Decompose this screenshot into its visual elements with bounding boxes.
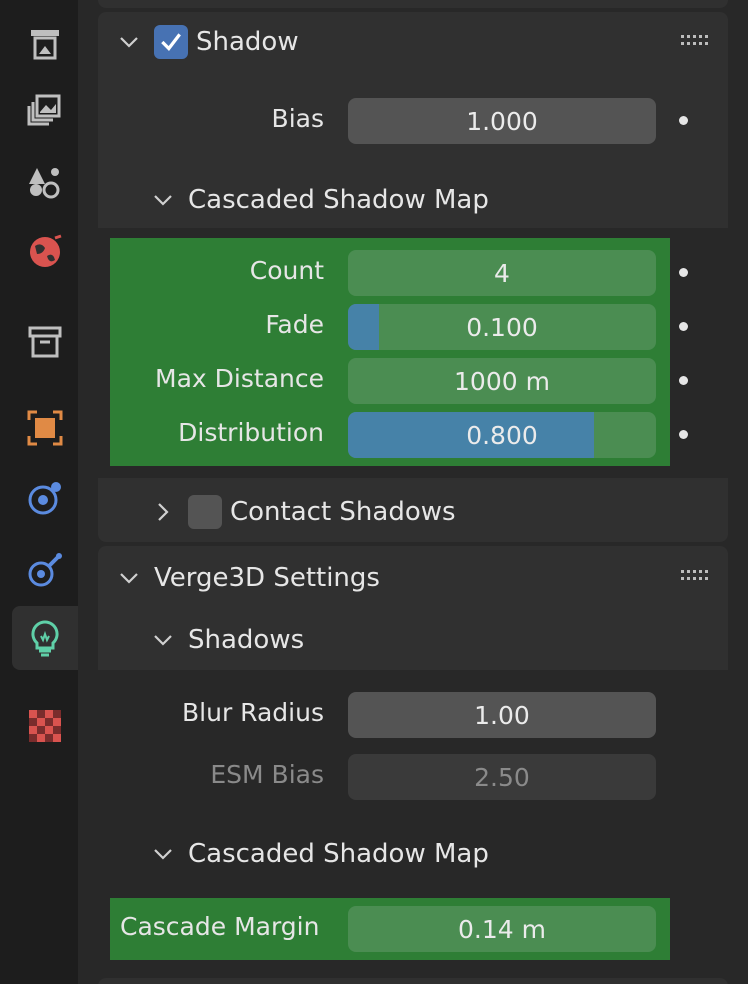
physics-properties-icon bbox=[28, 482, 61, 515]
tab-light-data[interactable] bbox=[12, 606, 78, 670]
tab-scene[interactable] bbox=[12, 150, 78, 214]
world-properties-icon bbox=[30, 234, 62, 267]
fade-slider[interactable]: 0.100 bbox=[348, 304, 656, 350]
tab-collection[interactable] bbox=[12, 310, 78, 374]
tab-object[interactable] bbox=[12, 396, 78, 460]
count-field[interactable]: 4 bbox=[348, 250, 656, 296]
bias-label: Bias bbox=[271, 104, 324, 133]
keyframe-dot-icon[interactable] bbox=[679, 430, 688, 439]
verge3d-panel-title: Verge3D Settings bbox=[154, 563, 380, 593]
chevron-down-icon bbox=[154, 195, 172, 206]
distribution-value: 0.800 bbox=[466, 420, 538, 450]
verge-csm-title: Cascaded Shadow Map bbox=[188, 839, 489, 869]
keyframe-dot-icon[interactable] bbox=[679, 376, 688, 385]
cascade-margin-value: 0.14 m bbox=[458, 914, 546, 944]
tab-view-layer[interactable] bbox=[12, 78, 78, 142]
light-data-properties-icon bbox=[31, 620, 59, 657]
contact-shadows-checkbox[interactable] bbox=[188, 495, 222, 529]
shadow-enable-checkbox[interactable] bbox=[154, 25, 188, 59]
csm-title: Cascaded Shadow Map bbox=[188, 185, 489, 215]
bias-value: 1.000 bbox=[466, 106, 538, 136]
verge-shadows-subpanel-header[interactable]: Shadows bbox=[152, 620, 304, 660]
chevron-right-icon bbox=[158, 503, 169, 521]
tab-world[interactable] bbox=[12, 220, 78, 284]
csm-subpanel-header[interactable]: Cascaded Shadow Map bbox=[152, 180, 489, 220]
esm-bias-value: 2.50 bbox=[474, 762, 530, 792]
constraint-properties-icon bbox=[28, 553, 62, 587]
tab-output[interactable] bbox=[12, 12, 78, 76]
scene-properties-icon bbox=[29, 168, 60, 199]
blur-radius-field[interactable]: 1.00 bbox=[348, 692, 656, 738]
view-layer-properties-icon bbox=[27, 94, 61, 126]
properties-tab-bar bbox=[0, 0, 78, 984]
keyframe-dot-icon[interactable] bbox=[679, 116, 688, 125]
output-properties-icon bbox=[31, 30, 59, 60]
verge-shadows-title: Shadows bbox=[188, 625, 305, 655]
contact-shadows-subpanel-header[interactable]: Contact Shadows bbox=[152, 492, 456, 532]
tab-constraints[interactable] bbox=[12, 538, 78, 602]
count-label: Count bbox=[249, 256, 324, 285]
collection-properties-icon bbox=[28, 326, 62, 358]
cascade-margin-label: Cascade Margin bbox=[120, 912, 320, 941]
distribution-label: Distribution bbox=[178, 418, 324, 447]
chevron-down-icon bbox=[120, 37, 138, 48]
chevron-down-icon bbox=[154, 635, 172, 646]
count-value: 4 bbox=[494, 258, 510, 288]
fade-slider-fill bbox=[348, 304, 379, 350]
fade-value: 0.100 bbox=[466, 312, 538, 342]
previous-panel-edge bbox=[98, 0, 728, 8]
verge3d-panel-header[interactable]: Verge3D Settings bbox=[118, 558, 380, 598]
drag-handle-icon[interactable] bbox=[681, 34, 711, 48]
shadow-panel-title: Shadow bbox=[196, 27, 299, 57]
fade-label: Fade bbox=[265, 310, 324, 339]
chevron-down-icon bbox=[154, 849, 172, 860]
chevron-down-icon bbox=[120, 573, 138, 584]
checkmark-icon bbox=[161, 33, 181, 51]
drag-handle-icon[interactable] bbox=[681, 569, 711, 583]
blur-radius-value: 1.00 bbox=[474, 700, 530, 730]
next-panel-edge bbox=[98, 978, 728, 984]
contact-shadows-title: Contact Shadows bbox=[230, 497, 456, 527]
verge-csm-subpanel-header[interactable]: Cascaded Shadow Map bbox=[152, 834, 489, 874]
max-distance-value: 1000 m bbox=[454, 366, 550, 396]
max-distance-label: Max Distance bbox=[155, 364, 324, 393]
tab-physics[interactable] bbox=[12, 466, 78, 530]
tab-texture[interactable] bbox=[12, 694, 78, 758]
keyframe-dot-icon[interactable] bbox=[679, 322, 688, 331]
keyframe-dot-icon[interactable] bbox=[679, 268, 688, 277]
shadow-panel-header[interactable]: Shadow bbox=[118, 22, 299, 62]
esm-bias-label: ESM Bias bbox=[210, 760, 324, 789]
bias-field[interactable]: 1.000 bbox=[348, 98, 656, 144]
texture-properties-icon bbox=[29, 710, 61, 742]
esm-bias-field[interactable]: 2.50 bbox=[348, 754, 656, 800]
blur-radius-label: Blur Radius bbox=[182, 698, 324, 727]
max-distance-field[interactable]: 1000 m bbox=[348, 358, 656, 404]
object-properties-icon bbox=[27, 410, 63, 446]
distribution-slider[interactable]: 0.800 bbox=[348, 412, 656, 458]
cascade-margin-field[interactable]: 0.14 m bbox=[348, 906, 656, 952]
